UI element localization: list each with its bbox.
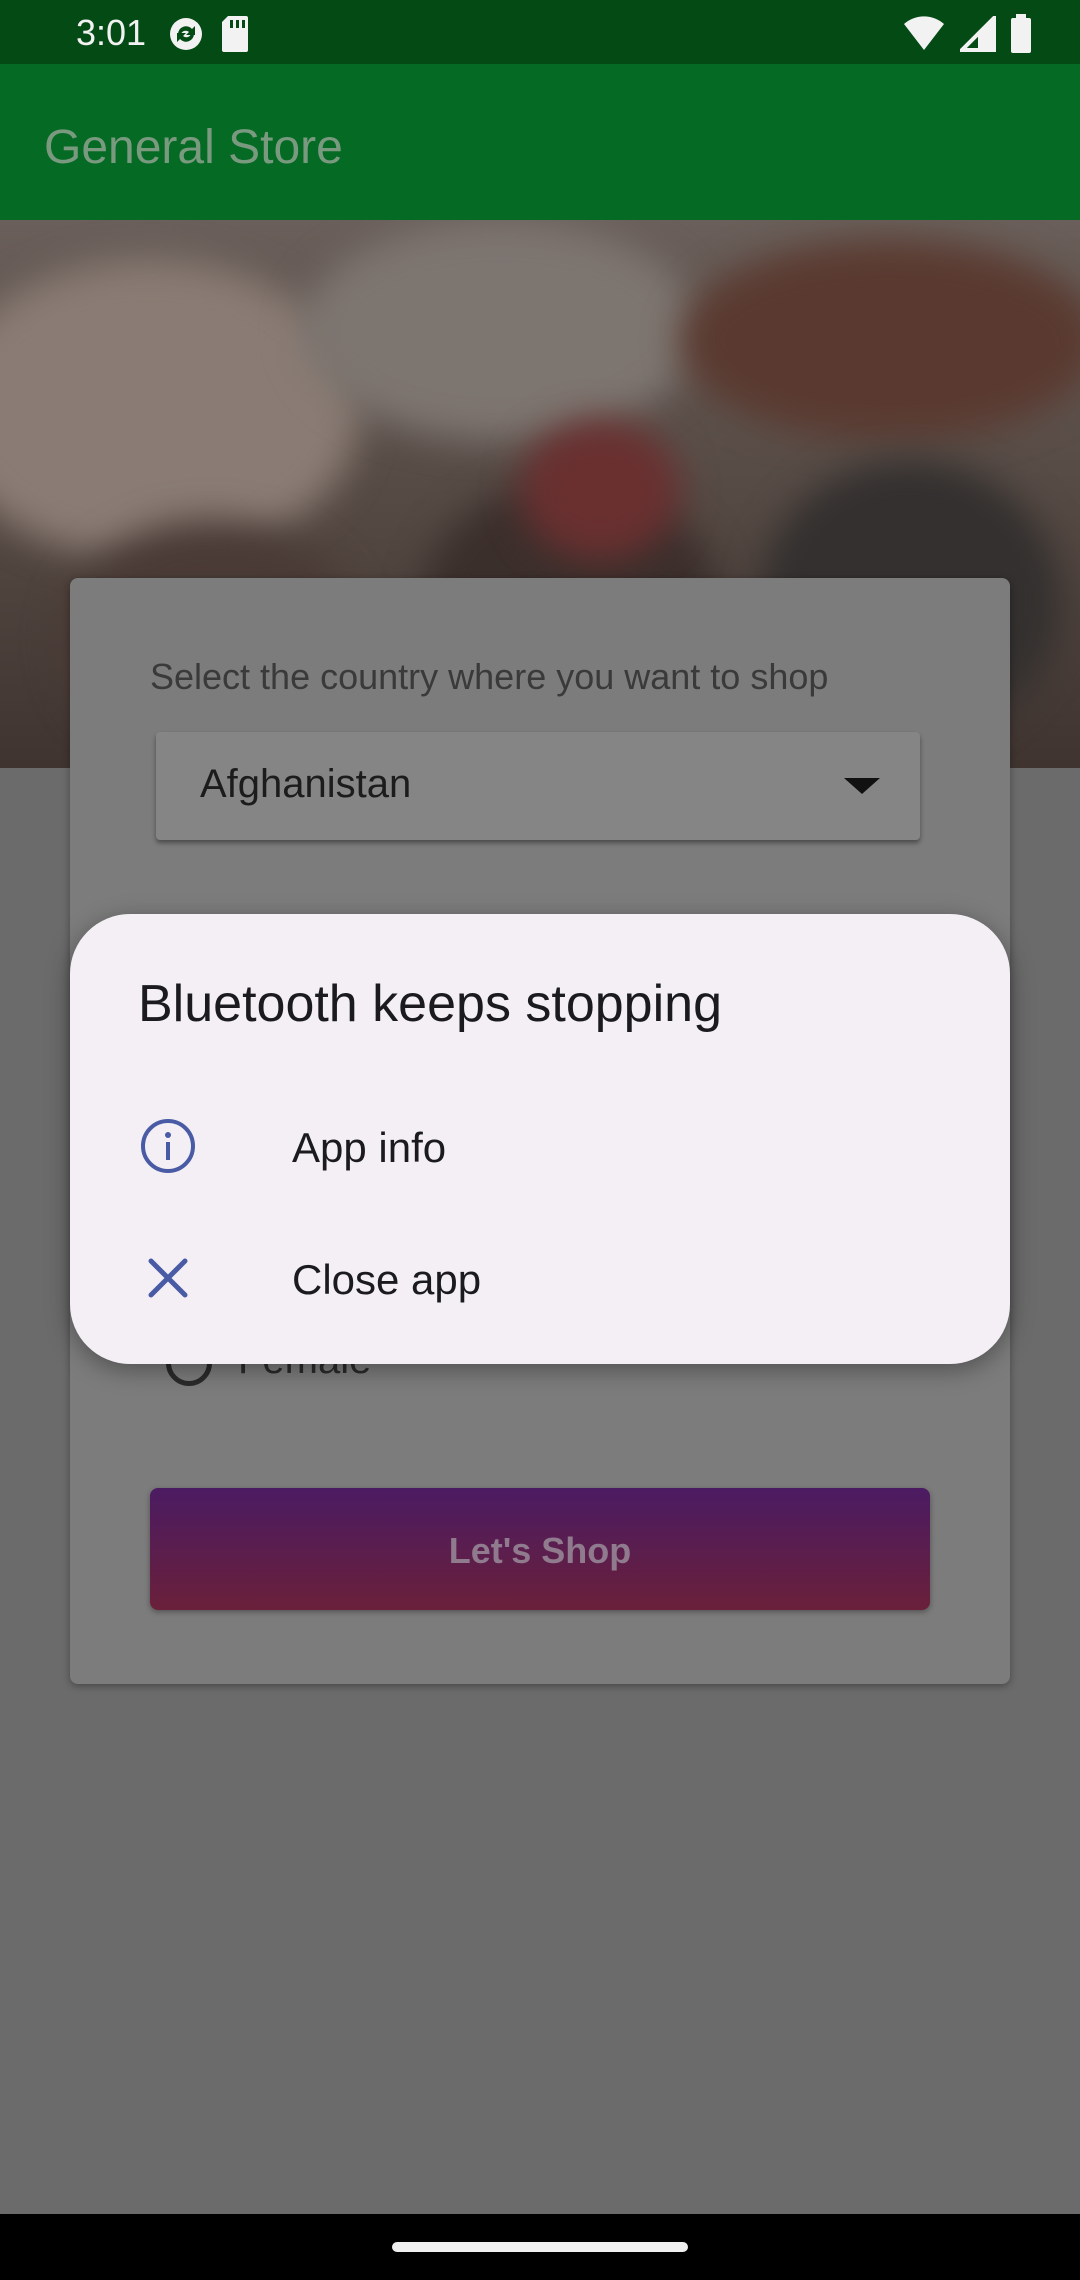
- lets-shop-button[interactable]: Let's Shop: [150, 1488, 930, 1610]
- sd-card-icon: [220, 14, 250, 59]
- country-dropdown[interactable]: Afghanistan: [156, 732, 920, 840]
- navigation-bar: [0, 2214, 1080, 2280]
- status-bar: 3:01: [0, 0, 1080, 64]
- app-bar: General Store: [0, 64, 1080, 220]
- close-icon: [138, 1248, 198, 1308]
- country-prompt: Select the country where you want to sho…: [150, 656, 829, 697]
- battery-icon: [1010, 14, 1032, 59]
- dialog-title: Bluetooth keeps stopping: [138, 975, 722, 1033]
- close-app-label: Close app: [292, 1256, 482, 1303]
- app-info-label: App info: [292, 1124, 447, 1171]
- close-app-option[interactable]: Close app: [70, 1212, 1010, 1342]
- status-icons-right: [902, 13, 1032, 59]
- app-title: General Store: [44, 121, 343, 174]
- home-gesture-handle[interactable]: [392, 2242, 688, 2252]
- cell-signal-icon: [957, 13, 996, 57]
- country-selected-value: Afghanistan: [200, 762, 412, 806]
- dropdown-arrow-icon: [844, 778, 880, 794]
- app-crash-dialog: Bluetooth keeps stopping App info Close …: [70, 914, 1010, 1364]
- sync-icon: [166, 14, 206, 59]
- app-info-option[interactable]: App info: [70, 1080, 1010, 1210]
- status-time: 3:01: [76, 12, 147, 53]
- status-icons-left: [166, 14, 250, 59]
- lets-shop-label: Let's Shop: [448, 1530, 632, 1571]
- info-icon: [138, 1116, 198, 1176]
- wifi-icon: [902, 16, 946, 57]
